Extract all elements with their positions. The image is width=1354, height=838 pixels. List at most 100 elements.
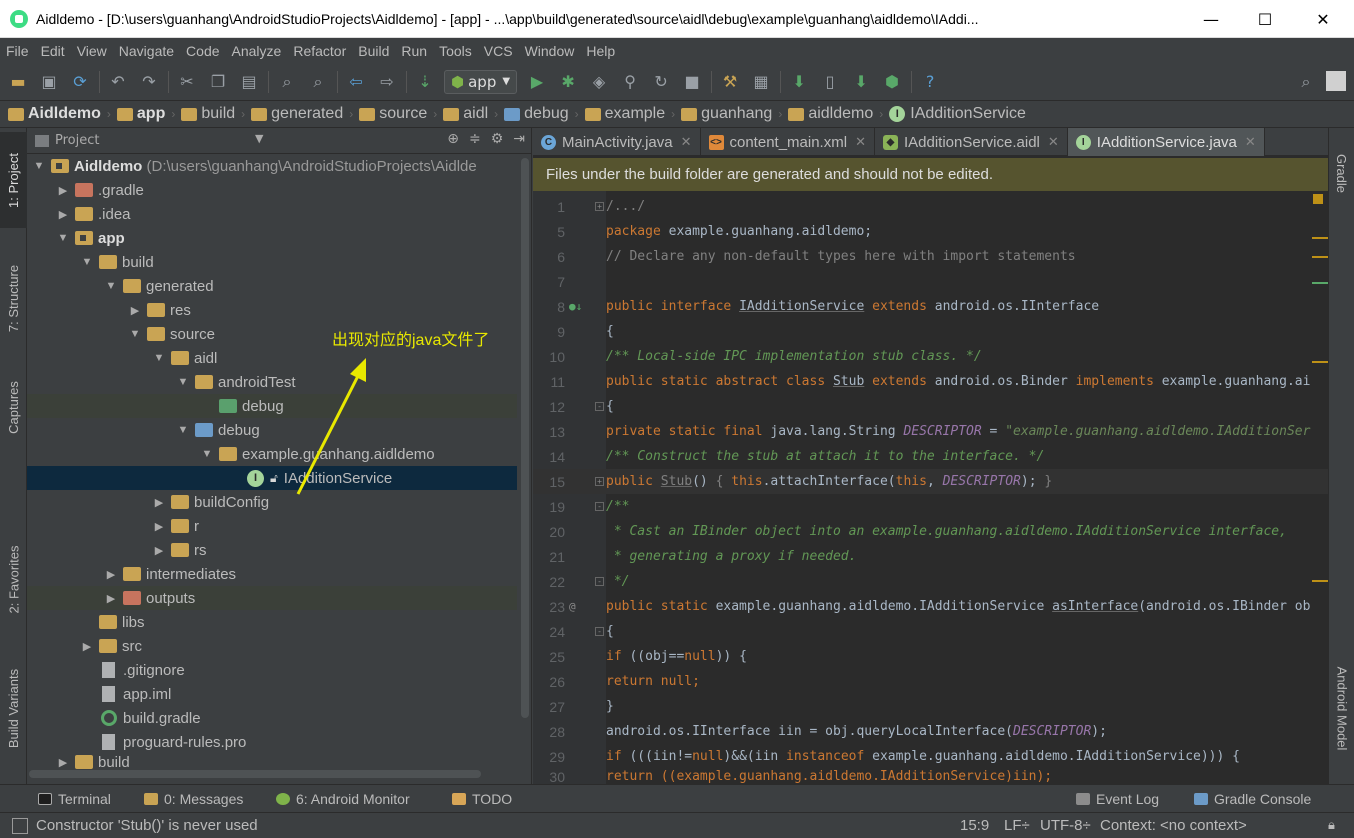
close-icon[interactable]: ✕ — [1245, 134, 1256, 150]
breadcrumb-item[interactable]: build › — [181, 105, 245, 123]
scroll-from-source-icon[interactable]: ⊕ — [447, 131, 459, 147]
fold-icon[interactable]: - — [595, 577, 604, 586]
tree-item-r[interactable]: ▶ r — [27, 514, 517, 538]
menu-navigate[interactable]: Navigate — [119, 43, 174, 59]
attach-debugger-icon[interactable]: ⚲ — [618, 70, 642, 94]
copy-icon[interactable]: ❐ — [206, 70, 230, 94]
minimize-button[interactable]: — — [1184, 0, 1238, 38]
tree-item-idea[interactable]: ▶ .idea — [27, 202, 517, 226]
collapse-all-icon[interactable]: ≑ — [469, 131, 481, 147]
chevron-down-icon[interactable]: ▼ — [255, 132, 263, 145]
menu-tools[interactable]: Tools — [439, 43, 472, 59]
tree-item-build-gradle[interactable]: build.gradle — [27, 706, 517, 730]
tree-item-gitignore[interactable]: .gitignore — [27, 658, 517, 682]
fold-icon[interactable]: + — [595, 202, 604, 211]
redo-icon[interactable]: ↷ — [137, 70, 161, 94]
menu-help[interactable]: Help — [586, 43, 615, 59]
tree-item-proguard[interactable]: proguard-rules.pro — [27, 730, 517, 754]
gear-icon[interactable]: ⚙ — [491, 131, 504, 147]
tree-item-gradle[interactable]: ▶ .gradle — [27, 178, 517, 202]
horizontal-scrollbar[interactable] — [29, 770, 481, 778]
search-icon[interactable]: ⌕ — [1294, 70, 1318, 94]
breadcrumb-item[interactable]: Aidldemo › — [8, 105, 111, 123]
avd-manager-icon[interactable]: ▯ — [818, 70, 842, 94]
tree-item-libs[interactable]: libs — [27, 610, 517, 634]
tab-gradle-console[interactable]: Gradle Console — [1194, 791, 1311, 807]
menu-analyze[interactable]: Analyze — [232, 43, 282, 59]
apply-changes-icon[interactable]: ↻ — [649, 70, 673, 94]
breadcrumb-item[interactable]: aidldemo › — [788, 105, 883, 123]
sync-icon[interactable]: ⟳ — [68, 70, 92, 94]
tab-todo[interactable]: TODO — [452, 791, 512, 807]
lock-icon[interactable]: 🔒︎ — [1328, 817, 1335, 833]
file-encoding[interactable]: UTF-8÷ — [1040, 817, 1091, 834]
menu-edit[interactable]: Edit — [41, 43, 65, 59]
warning-marker[interactable] — [1312, 237, 1328, 239]
tab-build-variants[interactable]: Build Variants — [0, 648, 27, 768]
tree-item-app-iml[interactable]: app.iml — [27, 682, 517, 706]
run-icon[interactable]: ▶ — [525, 70, 549, 94]
menu-view[interactable]: View — [77, 43, 107, 59]
tree-item-src[interactable]: ▶ src — [27, 634, 517, 658]
warning-marker[interactable] — [1312, 256, 1328, 258]
tree-item-build-root[interactable]: ▶ build — [27, 754, 517, 770]
android-device-monitor-icon[interactable]: ⬢ — [880, 70, 904, 94]
cut-icon[interactable]: ✂ — [175, 70, 199, 94]
breadcrumb-item[interactable]: example › — [584, 105, 675, 123]
menu-vcs[interactable]: VCS — [484, 43, 513, 59]
avatar[interactable] — [1326, 71, 1346, 91]
tree-item-aidldemo[interactable]: ▼ Aidldemo (D:\users\guanhang\AndroidStud… — [27, 154, 517, 178]
paste-icon[interactable]: ▤ — [237, 70, 261, 94]
tree-item-app[interactable]: ▼ app — [27, 226, 517, 250]
menu-build[interactable]: Build — [358, 43, 389, 59]
project-view-selector[interactable]: Project — [55, 133, 99, 148]
breadcrumb-item[interactable]: source › — [359, 105, 437, 123]
tree-item-iadditionservice[interactable]: I 🔓︎ IAdditionService — [27, 466, 517, 490]
breadcrumb-item[interactable]: app › — [116, 105, 175, 123]
error-stripe-status-icon[interactable] — [1313, 194, 1323, 204]
find-icon[interactable]: ⌕ — [275, 70, 299, 94]
sdk-manager-icon[interactable]: ▦ — [749, 70, 773, 94]
tree-item-debug-test[interactable]: debug — [27, 394, 517, 418]
menu-run[interactable]: Run — [401, 43, 427, 59]
tree-item-rs[interactable]: ▶ rs — [27, 538, 517, 562]
tab-project[interactable]: 1: Project — [0, 132, 27, 228]
sdk-download-icon[interactable]: ⬇ — [849, 70, 873, 94]
back-icon[interactable]: ⇦ — [344, 70, 368, 94]
stop-icon[interactable]: ■ — [680, 70, 704, 94]
tab-content-main[interactable]: <> content_main.xml ✕ — [701, 128, 875, 156]
maximize-button[interactable]: ☐ — [1238, 0, 1292, 38]
tab-aidl[interactable]: ◆ IAdditionService.aidl ✕ — [875, 128, 1068, 156]
close-icon[interactable]: ✕ — [855, 134, 866, 150]
breadcrumb-item[interactable]: debug › — [504, 105, 579, 123]
tree-item-generated[interactable]: ▼ generated — [27, 274, 517, 298]
tab-android-model[interactable]: Android Model — [1329, 648, 1354, 768]
breadcrumb-item[interactable]: I IAdditionService — [889, 105, 1026, 123]
tab-terminal[interactable]: Terminal — [38, 791, 111, 807]
fold-icon[interactable]: - — [595, 402, 604, 411]
tool-windows-icon[interactable] — [12, 817, 28, 834]
tree-item-package[interactable]: ▼ example.guanhang.aidldemo — [27, 442, 517, 466]
open-folder-icon[interactable]: ▬ — [6, 70, 30, 94]
tree-item-res[interactable]: ▶ res — [27, 298, 517, 322]
close-icon[interactable]: ✕ — [1048, 134, 1059, 150]
make-project-icon[interactable]: ⇣ — [413, 70, 437, 94]
caret-position[interactable]: 15:9 — [960, 817, 989, 834]
breadcrumb-item[interactable]: aidl › — [443, 105, 498, 123]
close-button[interactable]: ✕ — [1296, 0, 1350, 38]
menu-code[interactable]: Code — [186, 43, 219, 59]
tab-captures[interactable]: Captures — [0, 366, 27, 448]
save-all-icon[interactable]: ▣ — [37, 70, 61, 94]
fold-icon[interactable]: - — [595, 502, 604, 511]
tab-mainactivity[interactable]: C MainActivity.java ✕ — [533, 128, 701, 156]
run-config-dropdown[interactable]: ⬢ app ▼ — [444, 69, 518, 94]
sync-gradle-icon[interactable]: ⬇ — [787, 70, 811, 94]
menu-refactor[interactable]: Refactor — [293, 43, 346, 59]
context-indicator[interactable]: Context: <no context> — [1100, 817, 1247, 834]
profile-icon[interactable]: ◈ — [587, 70, 611, 94]
replace-icon[interactable]: ⌕ — [306, 70, 330, 94]
fold-icon[interactable]: + — [595, 477, 604, 486]
tab-iadditionservice-java[interactable]: I IAdditionService.java ✕ — [1067, 128, 1265, 156]
tree-item-build[interactable]: ▼ build — [27, 250, 517, 274]
tab-gradle[interactable]: Gradle — [1329, 138, 1354, 208]
